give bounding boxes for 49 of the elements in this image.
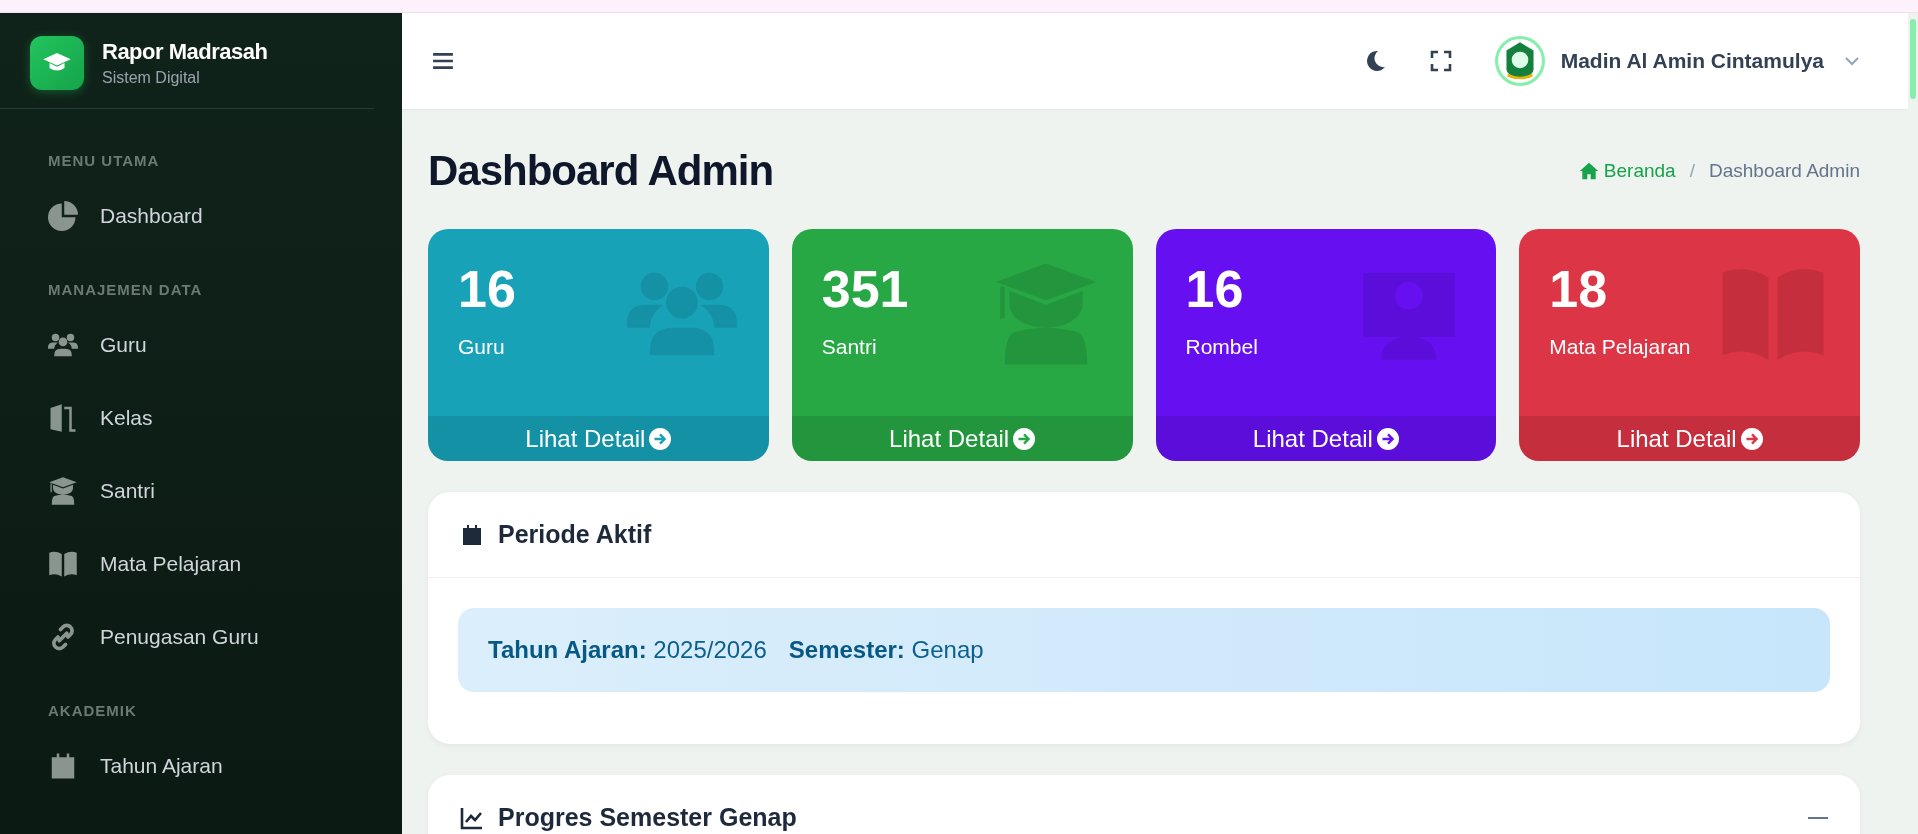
arrow-circle-icon <box>1376 427 1399 450</box>
menu-heading: MENU UTAMA <box>48 151 161 171</box>
stat-value: 16 <box>1185 259 1244 319</box>
door-icon <box>48 402 78 433</box>
calendar-icon <box>460 522 484 547</box>
breadcrumb-current: Dashboard Admin <box>1708 160 1860 182</box>
menu-heading: MANAJEMEN DATA <box>48 280 204 300</box>
arrow-circle-icon <box>649 427 672 450</box>
period-field: Semester: Genap <box>788 636 984 664</box>
detail-link[interactable]: Lihat Detail <box>1519 416 1860 461</box>
line-chart-icon <box>460 805 484 830</box>
school-emblem-icon <box>1494 36 1545 86</box>
scrollbar[interactable] <box>1908 13 1918 834</box>
graduate-icon <box>48 475 78 506</box>
stat-label: Rombel <box>1185 335 1258 359</box>
detail-link[interactable]: Lihat Detail <box>791 416 1133 461</box>
stat-label: Mata Pelajaran <box>1549 335 1691 359</box>
brand-subtitle: Sistem Digital <box>102 69 201 87</box>
menu-icon[interactable] <box>432 52 454 70</box>
sidebar-item[interactable]: Kelas <box>48 381 402 454</box>
stat-value: 18 <box>1549 259 1608 319</box>
stat-value: 16 <box>458 259 516 319</box>
sidebar-item[interactable]: Guru <box>48 308 402 381</box>
card-title: Periode Aktif <box>498 520 652 549</box>
stat-label: Santri <box>821 335 877 359</box>
detail-link[interactable]: Lihat Detail <box>1155 416 1497 461</box>
arrow-circle-icon <box>1013 427 1036 450</box>
home-icon <box>1578 161 1599 181</box>
detail-link[interactable]: Lihat Detail <box>428 416 769 461</box>
brand-title: Rapor Madrasah <box>102 39 268 65</box>
stat-value: 351 <box>821 259 909 319</box>
pie-icon <box>48 200 78 231</box>
fullscreen-icon[interactable] <box>1428 49 1453 73</box>
menu-heading: AKADEMIK <box>48 701 138 721</box>
sidebar-item[interactable]: Mata Pelajaran <box>48 527 402 600</box>
chevron-down-icon[interactable] <box>1844 56 1860 66</box>
breadcrumb-separator: / <box>1689 160 1695 182</box>
sidebar-item[interactable]: Penugasan Guru <box>48 600 402 673</box>
user-menu[interactable]: Madin Al Amin Cintamulya <box>1560 49 1824 73</box>
logo-icon <box>30 36 84 90</box>
sidebar-item[interactable]: Santri <box>48 454 402 527</box>
stat-label: Guru <box>458 335 505 359</box>
arrow-circle-icon <box>1740 427 1763 450</box>
page-title: Dashboard Admin <box>428 147 774 195</box>
card-title: Progres Semester Genap <box>498 803 797 832</box>
period-field: Tahun Ajaran: 2025/2026 <box>488 636 767 664</box>
sidebar-item[interactable]: Dashboard <box>48 179 402 252</box>
collapse-icon[interactable] <box>1808 815 1828 820</box>
sidebar-item[interactable]: Tahun Ajaran <box>48 729 402 802</box>
